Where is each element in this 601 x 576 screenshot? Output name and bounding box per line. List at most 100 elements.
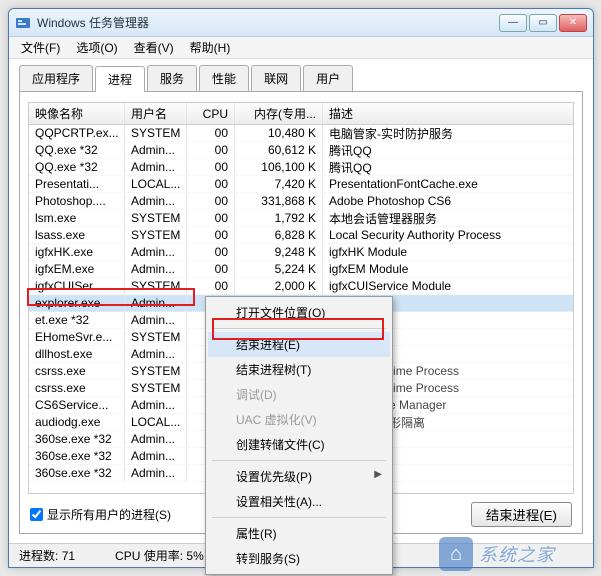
table-row[interactable]: lsm.exeSYSTEM001,792 K本地会话管理器服务 xyxy=(29,210,573,227)
cell-desc: 本地会话管理器服务 xyxy=(323,210,573,226)
cell-desc: 腾讯QQ xyxy=(323,142,573,158)
col-user[interactable]: 用户名 xyxy=(125,103,187,124)
cell-mem: 1,792 K xyxy=(235,210,323,226)
col-image-name[interactable]: 映像名称 xyxy=(29,103,125,124)
context-menu-item[interactable]: 设置优先级(P)▶ xyxy=(208,464,390,489)
table-row[interactable]: igfxCUISer...SYSTEM002,000 KigfxCUIServi… xyxy=(29,278,573,295)
show-all-users-checkbox[interactable]: 显示所有用户的进程(S) xyxy=(30,506,171,523)
cell-cpu: 00 xyxy=(187,227,235,243)
status-processes: 进程数: 71 xyxy=(19,547,75,564)
cell-mem: 10,480 K xyxy=(235,125,323,141)
menu-view[interactable]: 查看(V) xyxy=(126,37,182,58)
cell-user: Admin... xyxy=(125,431,187,447)
cell-user: SYSTEM xyxy=(125,210,187,226)
tab-users[interactable]: 用户 xyxy=(303,65,353,91)
menu-options[interactable]: 选项(O) xyxy=(68,37,125,58)
cell-name: QQ.exe *32 xyxy=(29,142,125,158)
cell-desc: 腾讯QQ xyxy=(323,159,573,175)
menubar: 文件(F) 选项(O) 查看(V) 帮助(H) xyxy=(9,37,593,59)
cell-user: Admin... xyxy=(125,142,187,158)
cell-user: SYSTEM xyxy=(125,278,187,294)
cell-mem: 2,000 K xyxy=(235,278,323,294)
cell-mem: 331,868 K xyxy=(235,193,323,209)
col-cpu[interactable]: CPU xyxy=(187,103,235,124)
cell-cpu: 00 xyxy=(187,261,235,277)
cell-user: LOCAL... xyxy=(125,176,187,192)
context-menu-item[interactable]: 结束进程树(T) xyxy=(208,357,390,382)
cell-user: Admin... xyxy=(125,159,187,175)
cell-name: Photoshop.... xyxy=(29,193,125,209)
cell-name: EHomeSvr.e... xyxy=(29,329,125,345)
context-menu-item[interactable]: 转到服务(S) xyxy=(208,546,390,571)
cell-cpu: 00 xyxy=(187,142,235,158)
context-menu-item[interactable]: 属性(R) xyxy=(208,521,390,546)
cell-mem: 6,828 K xyxy=(235,227,323,243)
cell-user: Admin... xyxy=(125,312,187,328)
titlebar[interactable]: Windows 任务管理器 — ▭ ✕ xyxy=(9,9,593,37)
context-menu-item[interactable]: 结束进程(E) xyxy=(208,332,390,357)
cell-name: igfxCUISer... xyxy=(29,278,125,294)
cell-cpu: 00 xyxy=(187,159,235,175)
col-memory[interactable]: 内存(专用... xyxy=(235,103,323,124)
context-menu-item[interactable]: 创建转储文件(C) xyxy=(208,432,390,457)
cell-name: QQPCRTP.ex... xyxy=(29,125,125,141)
cell-user: SYSTEM xyxy=(125,380,187,396)
maximize-button[interactable]: ▭ xyxy=(529,14,557,32)
cell-mem: 7,420 K xyxy=(235,176,323,192)
show-all-users-input[interactable] xyxy=(30,508,43,521)
app-icon xyxy=(15,15,31,31)
cell-cpu: 00 xyxy=(187,176,235,192)
cell-cpu: 00 xyxy=(187,193,235,209)
menu-help[interactable]: 帮助(H) xyxy=(182,37,239,58)
cell-desc: 电脑管家-实时防护服务 xyxy=(323,125,573,141)
table-row[interactable]: igfxEM.exeAdmin...005,224 KigfxEM Module xyxy=(29,261,573,278)
cell-mem: 106,100 K xyxy=(235,159,323,175)
end-process-button[interactable]: 结束进程(E) xyxy=(471,502,572,527)
context-menu-separator xyxy=(212,460,386,461)
tab-services[interactable]: 服务 xyxy=(147,65,197,91)
cell-user: Admin... xyxy=(125,465,187,481)
tab-networking[interactable]: 联网 xyxy=(251,65,301,91)
cell-name: explorer.exe xyxy=(29,295,125,311)
menu-file[interactable]: 文件(F) xyxy=(13,37,68,58)
col-description[interactable]: 描述 xyxy=(323,103,573,124)
cell-user: Admin... xyxy=(125,261,187,277)
table-row[interactable]: QQ.exe *32Admin...0060,612 K腾讯QQ xyxy=(29,142,573,159)
cell-user: Admin... xyxy=(125,346,187,362)
cell-name: csrss.exe xyxy=(29,363,125,379)
close-button[interactable]: ✕ xyxy=(559,14,587,32)
minimize-button[interactable]: — xyxy=(499,14,527,32)
context-menu-item[interactable]: 打开文件位置(O) xyxy=(208,300,390,325)
cell-mem: 9,248 K xyxy=(235,244,323,260)
table-row[interactable]: QQ.exe *32Admin...00106,100 K腾讯QQ xyxy=(29,159,573,176)
cell-name: Presentati... xyxy=(29,176,125,192)
cell-cpu: 00 xyxy=(187,278,235,294)
status-cpu: CPU 使用率: 5% xyxy=(115,547,204,564)
table-row[interactable]: QQPCRTP.ex...SYSTEM0010,480 K电脑管家-实时防护服务 xyxy=(29,125,573,142)
table-row[interactable]: lsass.exeSYSTEM006,828 KLocal Security A… xyxy=(29,227,573,244)
context-menu-item: 调试(D) xyxy=(208,382,390,407)
cell-name: igfxEM.exe xyxy=(29,261,125,277)
window-title: Windows 任务管理器 xyxy=(37,14,499,31)
table-row[interactable]: Photoshop....Admin...00331,868 KAdobe Ph… xyxy=(29,193,573,210)
cell-mem: 5,224 K xyxy=(235,261,323,277)
cell-name: audiodg.exe xyxy=(29,414,125,430)
table-row[interactable]: Presentati...LOCAL...007,420 KPresentati… xyxy=(29,176,573,193)
table-row[interactable]: igfxHK.exeAdmin...009,248 KigfxHK Module xyxy=(29,244,573,261)
cell-desc: igfxHK Module xyxy=(323,244,573,260)
cell-desc: igfxCUIService Module xyxy=(323,278,573,294)
cell-name: 360se.exe *32 xyxy=(29,431,125,447)
cell-name: lsass.exe xyxy=(29,227,125,243)
submenu-arrow-icon: ▶ xyxy=(374,469,382,480)
tab-applications[interactable]: 应用程序 xyxy=(19,65,93,91)
context-menu: 打开文件位置(O)结束进程(E)结束进程树(T)调试(D)UAC 虚拟化(V)创… xyxy=(205,296,393,575)
cell-cpu: 00 xyxy=(187,244,235,260)
context-menu-item[interactable]: 设置相关性(A)... xyxy=(208,489,390,514)
tab-performance[interactable]: 性能 xyxy=(199,65,249,91)
cell-cpu: 00 xyxy=(187,125,235,141)
cell-user: Admin... xyxy=(125,397,187,413)
tab-processes[interactable]: 进程 xyxy=(95,66,145,92)
cell-name: lsm.exe xyxy=(29,210,125,226)
cell-name: csrss.exe xyxy=(29,380,125,396)
cell-name: CS6Service... xyxy=(29,397,125,413)
